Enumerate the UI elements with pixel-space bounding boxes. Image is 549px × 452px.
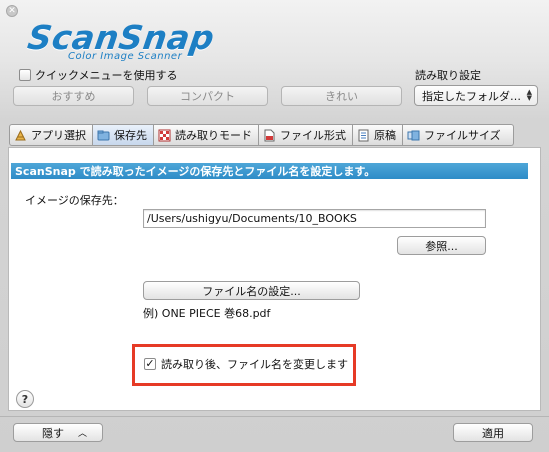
quick-menu-checkbox[interactable] bbox=[19, 69, 31, 81]
hide-button[interactable]: 隠す ︿ bbox=[13, 423, 103, 442]
save-path-field[interactable]: /Users/ushigyu/Documents/10_BOOKS bbox=[143, 209, 486, 228]
tab-document-label: 原稿 bbox=[374, 129, 396, 142]
apply-button[interactable]: 適用 bbox=[453, 423, 533, 442]
app-icon bbox=[14, 129, 27, 142]
tab-file-format[interactable]: ファイル形式 bbox=[259, 124, 353, 146]
checkmark-icon: ✓ bbox=[145, 357, 155, 370]
tab-scan-mode-label: 読み取りモード bbox=[175, 129, 252, 142]
read-setting-label: 読み取り設定 bbox=[415, 69, 481, 82]
tab-save-destination[interactable]: 保存先 bbox=[93, 124, 154, 146]
tab-scan-mode[interactable]: 読み取りモード bbox=[154, 124, 259, 146]
file-size-icon bbox=[407, 129, 420, 142]
folder-icon bbox=[97, 129, 110, 142]
save-destination-label: イメージの保存先： bbox=[25, 194, 124, 207]
scansnap-logo: ScanSnap Color Image Scanner bbox=[24, 18, 264, 62]
file-format-icon bbox=[263, 129, 276, 142]
filename-example: 例) ONE PIECE 巻68.pdf bbox=[143, 307, 271, 320]
select-arrows-icon: ▲ ▼ bbox=[526, 88, 532, 102]
tab-file-format-label: ファイル形式 bbox=[280, 129, 346, 142]
help-button[interactable]: ? bbox=[16, 390, 34, 408]
rename-after-scan-checkbox[interactable]: ✓ bbox=[144, 358, 156, 370]
chevron-up-icon: ︿ bbox=[78, 429, 88, 439]
rename-after-scan-option[interactable]: ✓ 読み取り後、ファイル名を変更します bbox=[144, 356, 348, 372]
rename-after-scan-label: 読み取り後、ファイル名を変更します bbox=[161, 358, 348, 371]
read-setting-value: 指定したフォルダ… bbox=[422, 89, 521, 103]
preset-compact-button[interactable]: コンパクト bbox=[147, 86, 268, 106]
footer-divider bbox=[0, 416, 549, 417]
settings-tabs: アプリ選択 保存先 読み取りモード ファイル形式 原稿 ファイルサイズ bbox=[9, 124, 514, 146]
logo-sub-text: Color Image Scanner bbox=[68, 51, 183, 62]
browse-button[interactable]: 参照... bbox=[397, 236, 486, 255]
scansnap-settings-window: ✕ ScanSnap Color Image Scanner クイックメニューを… bbox=[0, 0, 549, 452]
tab-file-size-label: ファイルサイズ bbox=[424, 129, 501, 142]
preset-recommended-button[interactable]: おすすめ bbox=[13, 86, 134, 106]
preset-fine-button[interactable]: きれい bbox=[281, 86, 402, 106]
tab-app-select[interactable]: アプリ選択 bbox=[9, 124, 93, 146]
scan-mode-icon bbox=[158, 129, 171, 142]
quick-menu-label: クイックメニューを使用する bbox=[35, 69, 178, 82]
document-icon bbox=[357, 129, 370, 142]
tab-file-size[interactable]: ファイルサイズ bbox=[403, 124, 514, 146]
tab-app-select-label: アプリ選択 bbox=[31, 129, 86, 142]
hide-button-label: 隠す bbox=[42, 426, 64, 440]
read-setting-select[interactable]: 指定したフォルダ… ▲ ▼ bbox=[414, 85, 538, 106]
quick-menu-option[interactable]: クイックメニューを使用する bbox=[19, 67, 178, 83]
filename-settings-button[interactable]: ファイル名の設定... bbox=[143, 281, 360, 300]
panel-description-banner: ScanSnap で読み取ったイメージの保存先とファイル名を設定します。 bbox=[11, 163, 528, 179]
tab-document[interactable]: 原稿 bbox=[353, 124, 403, 146]
close-icon[interactable]: ✕ bbox=[6, 5, 18, 17]
tab-save-destination-label: 保存先 bbox=[114, 129, 147, 142]
